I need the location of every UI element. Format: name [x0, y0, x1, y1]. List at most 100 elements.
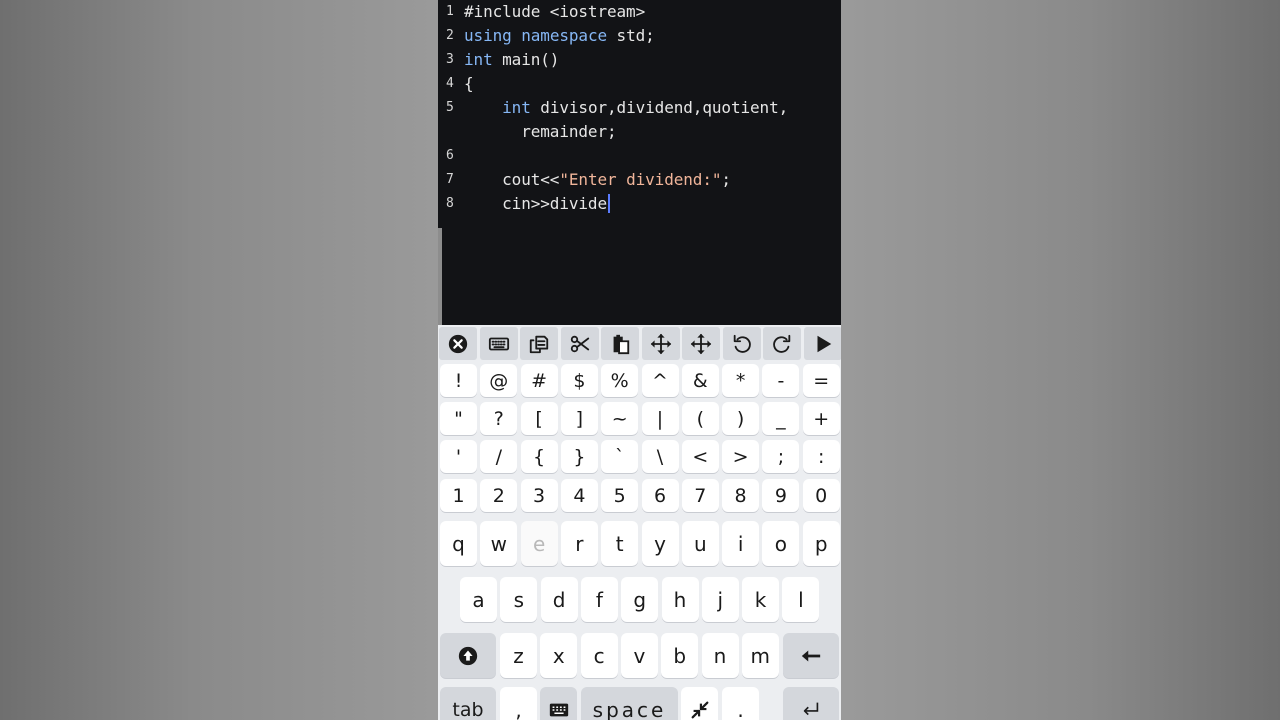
key-symbol[interactable]: * — [722, 364, 760, 397]
key-v[interactable]: v — [620, 633, 658, 678]
move-cursor-button[interactable] — [641, 327, 680, 360]
key-l[interactable]: l — [782, 577, 820, 622]
key-symbol[interactable]: 8 — [722, 479, 760, 512]
backspace-key[interactable] — [783, 633, 839, 678]
code-line[interactable]: 6 — [438, 144, 841, 168]
key-symbol[interactable]: < — [681, 440, 719, 473]
key-symbol[interactable]: 0 — [802, 479, 840, 512]
key-symbol[interactable]: ] — [560, 402, 598, 435]
code-line[interactable]: 4{ — [438, 72, 841, 96]
key-symbol[interactable]: \ — [641, 440, 679, 473]
key-label: r — [575, 531, 584, 556]
key-symbol[interactable]: 7 — [681, 479, 719, 512]
key-a[interactable]: a — [460, 577, 497, 622]
key-symbol[interactable]: - — [762, 364, 800, 397]
run-button[interactable] — [803, 327, 841, 360]
key-symbol[interactable]: 1 — [440, 479, 477, 512]
select-move-icon — [690, 333, 712, 355]
key-symbol[interactable]: > — [722, 440, 760, 473]
key-symbol[interactable]: 2 — [480, 479, 518, 512]
editor-scrollbar[interactable] — [438, 228, 442, 325]
key-symbol[interactable]: ^ — [641, 364, 679, 397]
key-symbol[interactable]: # — [520, 364, 558, 397]
key-u[interactable]: u — [681, 521, 719, 566]
key-e[interactable]: e — [520, 521, 558, 566]
key-c[interactable]: c — [580, 633, 618, 678]
key-q[interactable]: q — [440, 521, 477, 566]
key-j[interactable]: j — [701, 577, 739, 622]
key-g[interactable]: g — [621, 577, 659, 622]
period-key[interactable]: . — [722, 687, 759, 720]
code-line[interactable]: 1 #include <iostream> — [438, 0, 841, 24]
key-symbol[interactable]: _ — [762, 402, 800, 435]
key-r[interactable]: r — [560, 521, 598, 566]
key-y[interactable]: y — [641, 521, 679, 566]
key-k[interactable]: k — [742, 577, 780, 622]
key-symbol[interactable]: @ — [480, 364, 518, 397]
key-symbol[interactable]: + — [802, 402, 840, 435]
key-f[interactable]: f — [580, 577, 618, 622]
collapse-key[interactable] — [681, 687, 718, 720]
tab-key[interactable]: tab — [440, 687, 496, 720]
cut-button[interactable] — [560, 327, 599, 360]
code-line[interactable]: 2 using namespace std; — [438, 24, 841, 48]
key-symbol[interactable]: ? — [480, 402, 518, 435]
enter-key[interactable] — [783, 687, 839, 720]
key-w[interactable]: w — [480, 521, 518, 566]
keyboard-button[interactable] — [479, 327, 518, 360]
key-symbol[interactable]: : — [802, 440, 840, 473]
undo-button[interactable] — [722, 327, 761, 360]
key-symbol[interactable]: ! — [440, 364, 477, 397]
code-editor[interactable]: 1 #include <iostream> 2 using namespace std… — [438, 0, 841, 325]
backspace-icon — [800, 645, 822, 667]
key-symbol[interactable]: ; — [762, 440, 800, 473]
key-i[interactable]: i — [722, 521, 760, 566]
key-symbol[interactable]: ` — [601, 440, 639, 473]
key-d[interactable]: d — [540, 577, 578, 622]
key-s[interactable]: s — [500, 577, 538, 622]
code-text: #include <iostream> — [464, 0, 645, 24]
code-line[interactable]: 8 cin>>divide — [438, 192, 841, 216]
key-t[interactable]: t — [601, 521, 639, 566]
key-symbol[interactable]: 3 — [520, 479, 558, 512]
key-p[interactable]: p — [802, 521, 840, 566]
key-symbol[interactable]: = — [802, 364, 840, 397]
select-move-button[interactable] — [682, 327, 720, 360]
key-symbol[interactable]: ) — [722, 402, 760, 435]
key-symbol[interactable]: % — [601, 364, 639, 397]
paste-button[interactable] — [601, 327, 639, 360]
key-symbol[interactable]: ( — [681, 402, 719, 435]
code-line[interactable]: remainder; — [438, 120, 841, 144]
key-symbol[interactable]: $ — [560, 364, 598, 397]
key-symbol[interactable]: " — [440, 402, 477, 435]
key-symbol[interactable]: 9 — [762, 479, 800, 512]
key-symbol[interactable]: { — [520, 440, 558, 473]
keyboard-switch-key[interactable] — [540, 687, 577, 720]
key-n[interactable]: n — [701, 633, 739, 678]
shift-key[interactable] — [440, 633, 496, 678]
close-button[interactable] — [439, 327, 477, 360]
key-z[interactable]: z — [500, 633, 537, 678]
key-symbol[interactable]: 5 — [601, 479, 639, 512]
key-symbol[interactable]: } — [560, 440, 598, 473]
key-x[interactable]: x — [540, 633, 578, 678]
redo-button[interactable] — [763, 327, 801, 360]
code-line[interactable]: 7 cout<<"Enter dividend:"; — [438, 168, 841, 192]
comma-key[interactable]: , — [500, 687, 537, 720]
key-symbol[interactable]: / — [480, 440, 518, 473]
copy-button[interactable] — [520, 327, 558, 360]
key-symbol[interactable]: & — [681, 364, 719, 397]
key-symbol[interactable]: | — [641, 402, 679, 435]
key-b[interactable]: b — [661, 633, 699, 678]
code-line[interactable]: 5 int divisor,dividend,quotient, — [438, 96, 841, 120]
key-symbol[interactable]: ' — [440, 440, 477, 473]
key-symbol[interactable]: ~ — [601, 402, 639, 435]
space-key[interactable]: space — [581, 687, 678, 720]
key-symbol[interactable]: [ — [520, 402, 558, 435]
key-o[interactable]: o — [762, 521, 800, 566]
code-line[interactable]: 3 int main() — [438, 48, 841, 72]
key-m[interactable]: m — [741, 633, 779, 678]
key-symbol[interactable]: 6 — [641, 479, 679, 512]
key-h[interactable]: h — [661, 577, 699, 622]
key-symbol[interactable]: 4 — [560, 479, 598, 512]
